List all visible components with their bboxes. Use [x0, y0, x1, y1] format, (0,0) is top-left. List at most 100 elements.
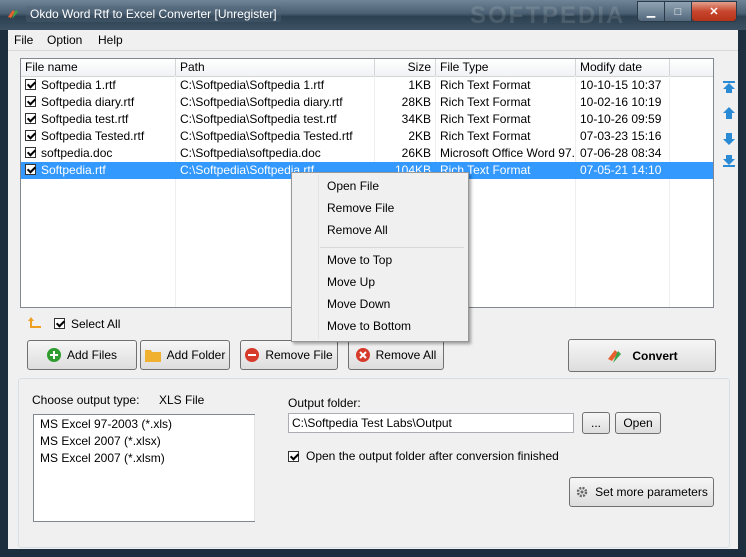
format-item-xls[interactable]: MS Excel 97-2003 (*.xls)	[40, 417, 172, 431]
gear-icon	[576, 486, 588, 498]
cell-path: C:\Softpedia\Softpedia test.rtf	[180, 112, 337, 126]
convert-label: Convert	[632, 348, 678, 363]
cell-size: 34KB	[401, 112, 431, 126]
title-bar[interactable]: Okdo Word Rtf to Excel Converter [Unregi…	[0, 0, 746, 30]
convert-icon	[608, 349, 622, 363]
menu-help[interactable]: Help	[98, 33, 123, 47]
folder-icon	[144, 350, 161, 362]
cell-path: C:\Softpedia\Softpedia Tested.rtf	[180, 129, 353, 143]
cell-path: C:\Softpedia\softpedia.doc	[180, 146, 321, 160]
browse-button[interactable]: ...	[582, 412, 610, 434]
row-checkbox[interactable]	[25, 79, 36, 90]
menu-file[interactable]: File	[14, 33, 33, 47]
cell-file-type: Rich Text Format	[440, 112, 531, 126]
cell-modify-date: 10-10-15 10:37	[580, 78, 662, 92]
list-divider	[254, 415, 255, 521]
output-folder-label: Output folder:	[288, 396, 361, 410]
minimize-button[interactable]: ▁	[637, 1, 665, 22]
row-checkbox[interactable]	[25, 147, 36, 158]
cell-size: 2KB	[408, 129, 431, 143]
cell-path: C:\Softpedia\Softpedia diary.rtf	[180, 95, 343, 109]
row-checkbox[interactable]	[25, 96, 36, 107]
add-files-button[interactable]: Add Files	[27, 340, 137, 370]
cell-size: 26KB	[401, 146, 431, 160]
move-top-icon[interactable]	[722, 80, 736, 94]
move-bottom-icon[interactable]	[722, 154, 736, 168]
cell-size: 1KB	[408, 78, 431, 92]
output-folder-input[interactable]: C:\Softpedia Test Labs\Output	[288, 413, 574, 433]
row-checkbox[interactable]	[25, 164, 36, 175]
window-title: Okdo Word Rtf to Excel Converter [Unregi…	[26, 6, 281, 22]
cell-modify-date: 10-02-16 10:19	[580, 95, 662, 109]
up-level-icon[interactable]	[28, 316, 42, 330]
column-header-file-name[interactable]: File name	[21, 59, 176, 76]
watermark: SOFTPEDIA	[470, 2, 626, 29]
remove-all-label: Remove All	[375, 348, 437, 362]
cell-modify-date: 07-03-23 15:16	[580, 129, 662, 143]
output-type-value: XLS File	[159, 393, 205, 407]
menu-remove-all[interactable]: Remove All	[327, 223, 388, 237]
cell-file-name: Softpedia Tested.rtf	[41, 129, 145, 143]
cell-modify-date: 07-06-28 08:34	[580, 146, 662, 160]
menu-separator	[8, 50, 738, 51]
column-header-file-type[interactable]: File Type	[436, 59, 576, 76]
open-folder-button[interactable]: Open	[615, 412, 661, 434]
menu-move-to-bottom[interactable]: Move to Bottom	[327, 319, 411, 333]
row-checkbox[interactable]	[25, 113, 36, 124]
table-row[interactable]: Softpedia test.rtf C:\Softpedia\Softpedia…	[21, 111, 713, 128]
menu-move-up[interactable]: Move Up	[327, 275, 375, 289]
menu-remove-file[interactable]: Remove File	[327, 201, 394, 215]
maximize-button[interactable]: □	[664, 1, 692, 22]
cell-modify-date: 07-05-21 14:10	[580, 163, 662, 177]
cell-size: 28KB	[401, 95, 431, 109]
column-header-size[interactable]: Size	[375, 59, 436, 76]
menu-open-file[interactable]: Open File	[327, 179, 379, 193]
minimize-icon: ▁	[646, 6, 656, 18]
cell-file-name: Softpedia.rtf	[41, 163, 106, 177]
menu-move-down[interactable]: Move Down	[327, 297, 390, 311]
menu-gutter	[318, 175, 319, 339]
menu-bar: File Option Help	[8, 30, 738, 50]
output-type-label: Choose output type:	[32, 393, 140, 407]
cell-file-name: softpedia.doc	[41, 146, 113, 160]
column-header-modify-date[interactable]: Modify date	[576, 59, 670, 76]
open-after-checkbox[interactable]	[288, 451, 299, 462]
close-icon: ✕	[709, 6, 719, 18]
move-up-icon[interactable]	[722, 106, 736, 120]
cell-file-name: Softpedia diary.rtf	[41, 95, 135, 109]
add-folder-button[interactable]: Add Folder	[140, 340, 230, 370]
menu-option[interactable]: Option	[47, 33, 82, 47]
remove-all-button[interactable]: Remove All	[348, 340, 444, 370]
cell-file-type: Rich Text Format	[440, 78, 531, 92]
more-parameters-label: Set more parameters	[595, 485, 708, 499]
move-down-icon[interactable]	[722, 132, 736, 146]
select-all-checkbox[interactable]	[54, 318, 65, 329]
output-format-list[interactable]: MS Excel 97-2003 (*.xls) MS Excel 2007 (…	[33, 414, 255, 522]
list-header: File name Path Size File Type Modify dat…	[21, 59, 713, 77]
app-icon	[8, 10, 18, 19]
row-checkbox[interactable]	[25, 130, 36, 141]
open-after-label: Open the output folder after conversion …	[306, 449, 559, 463]
column-header-path[interactable]: Path	[176, 59, 375, 76]
select-all-label: Select All	[71, 317, 121, 331]
table-row[interactable]: Softpedia diary.rtf C:\Softpedia\Softpedi…	[21, 94, 713, 111]
minus-icon	[245, 348, 260, 362]
table-row[interactable]: Softpedia Tested.rtf C:\Softpedia\Softped…	[21, 128, 713, 145]
table-row[interactable]: Softpedia 1.rtf C:\Softpedia\Softpedia 1.…	[21, 77, 713, 94]
add-folder-label: Add Folder	[166, 348, 226, 362]
cell-file-type: Rich Text Format	[440, 129, 531, 143]
format-item-xlsx[interactable]: MS Excel 2007 (*.xlsx)	[40, 434, 161, 448]
menu-move-to-top[interactable]: Move to Top	[327, 253, 392, 267]
cell-file-name: Softpedia test.rtf	[41, 112, 129, 126]
maximize-icon: □	[674, 5, 682, 18]
cell-file-name: Softpedia 1.rtf	[41, 78, 116, 92]
add-files-label: Add Files	[66, 348, 118, 362]
cell-file-type: Rich Text Format	[440, 95, 531, 109]
close-button[interactable]: ✕	[691, 1, 737, 22]
convert-button[interactable]: Convert	[568, 339, 716, 372]
more-parameters-button[interactable]: Set more parameters	[569, 477, 714, 507]
remove-file-button[interactable]: Remove File	[240, 340, 338, 370]
menu-separator	[320, 247, 464, 248]
table-row[interactable]: softpedia.doc C:\Softpedia\softpedia.doc 2…	[21, 145, 713, 162]
format-item-xlsm[interactable]: MS Excel 2007 (*.xlsm)	[40, 451, 165, 465]
